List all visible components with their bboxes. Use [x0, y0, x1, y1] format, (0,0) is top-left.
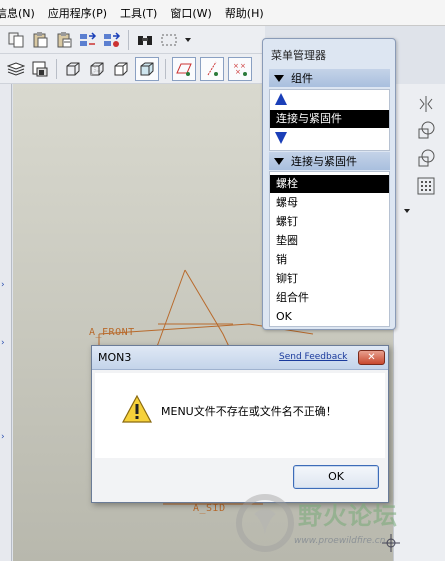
toolbar-separator — [128, 29, 129, 50]
chevron-down-icon[interactable] — [402, 206, 412, 216]
menu-item-connection-fasteners[interactable]: 连接与紧固件 — [270, 110, 389, 128]
wireframe-icon[interactable] — [63, 59, 83, 79]
round-icon[interactable] — [416, 120, 436, 140]
left-gutter: › › › — [0, 84, 12, 561]
toolbar-view: × × × — [0, 54, 265, 84]
paste-icon[interactable] — [30, 30, 50, 50]
pattern-icon[interactable] — [416, 176, 436, 196]
layers-icon[interactable] — [6, 59, 26, 79]
menu-manager: 菜单管理器 组件 连接与紧固件 连接与紧固件 螺栓 螺母 螺钉 垫圈 销 铆钉 … — [262, 38, 396, 330]
toolbar-edit — [0, 26, 265, 54]
section-assembly-label: 组件 — [291, 72, 313, 85]
send-feedback-link[interactable]: Send Feedback — [279, 352, 347, 362]
dialog-body: MENU文件不存在或文件名不正确！ — [95, 373, 385, 458]
menu-info[interactable]: 信息(N) — [0, 5, 35, 21]
datum-planes-icon[interactable] — [172, 56, 196, 81]
error-dialog: MON3 Send Feedback ✕ MENU文件不存在或文件名不正确！ O… — [91, 345, 389, 503]
scroll-up-icon[interactable] — [275, 93, 287, 105]
menu-item-rivet[interactable]: 铆钉 — [270, 270, 389, 288]
warning-icon — [121, 394, 153, 423]
chevron-down-icon[interactable] — [183, 30, 193, 50]
menu-window[interactable]: 窗口(W) — [170, 5, 211, 21]
menu-item-screw[interactable]: 螺钉 — [270, 213, 389, 231]
collapse-triangle-icon — [274, 157, 284, 165]
close-button[interactable]: ✕ — [358, 350, 385, 365]
chevron-right-icon[interactable]: › — [1, 432, 5, 442]
ok-button[interactable]: OK — [293, 465, 379, 489]
menu-item-bolt[interactable]: 螺栓 — [270, 175, 389, 193]
plane-label-side: A_SID — [193, 503, 226, 514]
watermark-title: 野火论坛 — [298, 501, 398, 530]
datum-points-icon[interactable]: × × × — [228, 56, 252, 81]
hole-icon[interactable] — [416, 148, 436, 168]
menu-item-ok[interactable]: OK — [270, 308, 389, 326]
chevron-right-icon[interactable]: › — [1, 280, 5, 290]
plane-label-front: A_FRONT — [89, 327, 135, 338]
menu-item-washer[interactable]: 垫圈 — [270, 232, 389, 250]
chevron-right-icon[interactable]: › — [1, 338, 5, 348]
watermark: 野火论坛 www.proewildfire.cn — [232, 492, 442, 558]
copy-icon[interactable] — [6, 30, 26, 50]
section-fasteners-label: 连接与紧固件 — [291, 155, 357, 168]
right-toolbar — [382, 84, 445, 561]
toolbar-separator — [165, 58, 166, 79]
dialog-message: MENU文件不存在或文件名不正确！ — [161, 405, 337, 418]
section-assembly-header[interactable]: 组件 — [269, 69, 390, 87]
menu-applications[interactable]: 应用程序(P) — [48, 5, 107, 21]
menu-item-combination[interactable]: 组合件 — [270, 289, 389, 307]
dialog-titlebar[interactable]: MON3 Send Feedback ✕ — [92, 346, 388, 370]
svg-text:×: × — [240, 62, 246, 70]
svg-text:×: × — [235, 68, 241, 76]
regenerate-manager-icon[interactable] — [102, 30, 122, 50]
shading-icon[interactable] — [135, 56, 159, 81]
menu-tools[interactable]: 工具(T) — [120, 5, 157, 21]
menu-help[interactable]: 帮助(H) — [225, 5, 264, 21]
hidden-line-icon[interactable] — [87, 59, 107, 79]
select-box-icon[interactable] — [159, 30, 179, 50]
menu-manager-title: 菜单管理器 — [271, 49, 326, 62]
menu-bar: 信息(N) 应用程序(P) 工具(T) 窗口(W) 帮助(H) — [0, 0, 445, 26]
watermark-logo-icon — [236, 494, 294, 552]
saved-view-icon[interactable] — [30, 59, 50, 79]
regenerate-icon[interactable] — [78, 30, 98, 50]
watermark-url: www.proewildfire.cn — [294, 536, 386, 546]
toolbar-separator — [56, 58, 57, 79]
menu-item-nut[interactable]: 螺母 — [270, 194, 389, 212]
section-fasteners-header[interactable]: 连接与紧固件 — [269, 152, 390, 170]
paste-special-icon[interactable] — [54, 30, 74, 50]
collapse-triangle-icon — [274, 74, 284, 82]
datum-axes-icon[interactable] — [200, 56, 224, 81]
dialog-title: MON3 — [98, 351, 132, 364]
mirror-icon[interactable] — [416, 94, 436, 114]
menu-item-pin[interactable]: 销 — [270, 251, 389, 269]
binoculars-icon[interactable] — [135, 30, 155, 50]
scroll-down-icon[interactable] — [275, 132, 287, 144]
no-hidden-icon[interactable] — [111, 59, 131, 79]
